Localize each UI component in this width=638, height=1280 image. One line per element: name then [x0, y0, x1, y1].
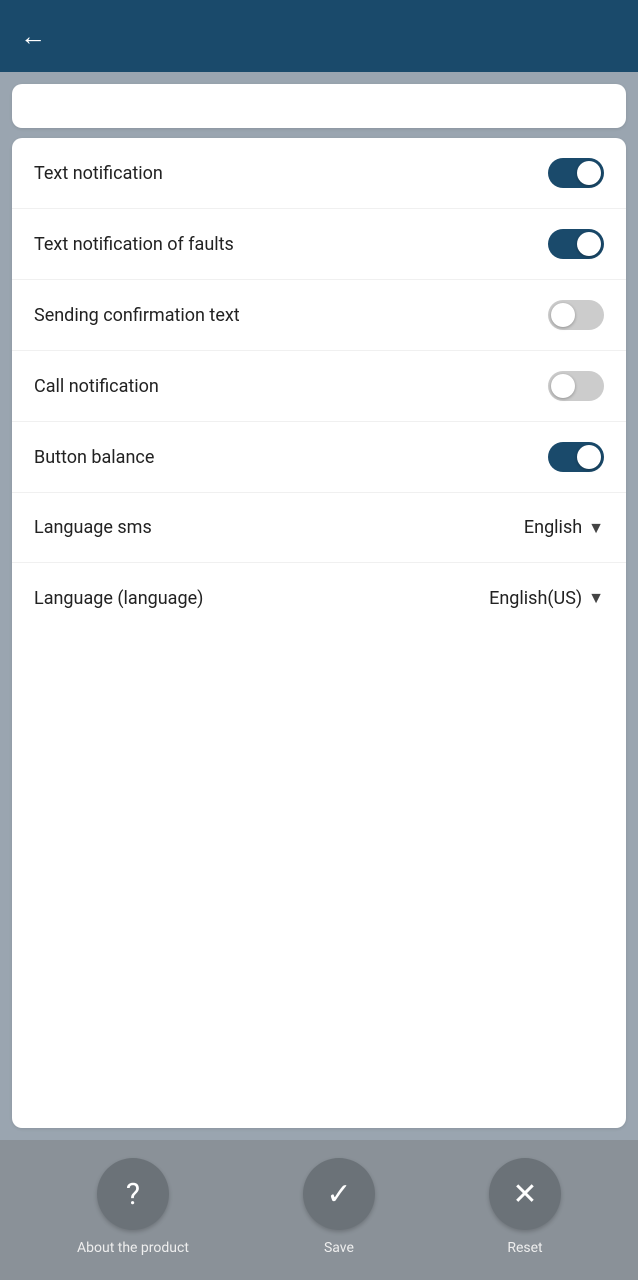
bottom-btn-icon-save: ✓ [303, 1158, 375, 1230]
dropdown-language-sms[interactable]: English ▼ [524, 517, 604, 538]
toggle-thumb-text-notification-faults [577, 232, 601, 256]
bottom-btn-label-save: Save [324, 1240, 354, 1256]
setting-row-language-sms: Language sms English ▼ [12, 493, 626, 563]
toggle-thumb-call-notification [551, 374, 575, 398]
toggle-thumb-button-balance [577, 445, 601, 469]
toggle-track-sending-confirmation-text[interactable] [548, 300, 604, 330]
toggle-thumb-text-notification [577, 161, 601, 185]
setting-label-call-notification: Call notification [34, 376, 159, 397]
toggle-text-notification-faults[interactable] [548, 229, 604, 259]
toggle-button-balance[interactable] [548, 442, 604, 472]
bottom-bar: ? About the product ✓ Save ✕ Reset [0, 1140, 638, 1280]
content-area: Text notification Text notification of fa… [0, 72, 638, 1140]
setting-row-language-language: Language (language) English(US) ▼ [12, 563, 626, 633]
dropdown-language-language[interactable]: English(US) ▼ [489, 588, 604, 609]
setting-label-language-sms: Language sms [34, 517, 152, 538]
dropdown-value-language-language: English(US) [489, 588, 582, 609]
toggle-track-text-notification[interactable] [548, 158, 604, 188]
dropdown-arrow-icon-language-sms: ▼ [588, 518, 604, 538]
toggle-track-button-balance[interactable] [548, 442, 604, 472]
toggle-thumb-sending-confirmation-text [551, 303, 575, 327]
toggle-sending-confirmation-text[interactable] [548, 300, 604, 330]
bottom-btn-reset[interactable]: ✕ Reset [489, 1158, 561, 1256]
toggle-text-notification[interactable] [548, 158, 604, 188]
setting-row-text-notification: Text notification [12, 138, 626, 209]
setting-row-text-notification-faults: Text notification of faults [12, 209, 626, 280]
back-button[interactable]: ← [20, 21, 46, 52]
setting-row-sending-confirmation-text: Sending confirmation text [12, 280, 626, 351]
app-header: ← [0, 0, 638, 72]
bottom-btn-label-reset: Reset [507, 1240, 542, 1256]
setting-label-sending-confirmation-text: Sending confirmation text [34, 305, 240, 326]
dropdown-arrow-icon-language-language: ▼ [588, 588, 604, 608]
setting-label-button-balance: Button balance [34, 447, 154, 468]
bottom-btn-about-product[interactable]: ? About the product [77, 1158, 189, 1256]
bottom-btn-save[interactable]: ✓ Save [303, 1158, 375, 1256]
dropdown-value-language-sms: English [524, 517, 582, 538]
setting-row-button-balance: Button balance [12, 422, 626, 493]
bottom-btn-icon-about-product: ? [97, 1158, 169, 1230]
toggle-call-notification[interactable] [548, 371, 604, 401]
product-card [12, 84, 626, 128]
settings-card: Text notification Text notification of fa… [12, 138, 626, 1128]
setting-label-text-notification-faults: Text notification of faults [34, 234, 234, 255]
bottom-btn-label-about-product: About the product [77, 1240, 189, 1256]
setting-label-language-language: Language (language) [34, 588, 203, 609]
toggle-track-text-notification-faults[interactable] [548, 229, 604, 259]
setting-label-text-notification: Text notification [34, 163, 163, 184]
bottom-btn-icon-reset: ✕ [489, 1158, 561, 1230]
toggle-track-call-notification[interactable] [548, 371, 604, 401]
setting-row-call-notification: Call notification [12, 351, 626, 422]
